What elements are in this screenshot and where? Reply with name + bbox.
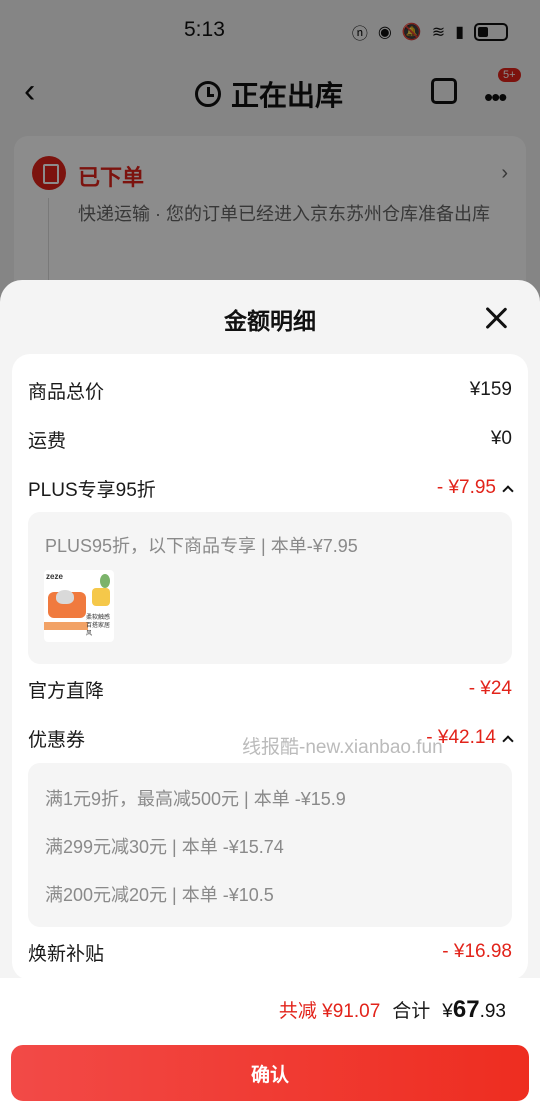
coupon-detail-item: 满1元9折，最高减500元 | 本单 -¥15.9 [45,789,346,809]
row-label: 优惠券 [28,729,86,751]
watermark: 线报酷-new.xianbao.fun [242,737,443,758]
product-thumbnail[interactable]: zeze 柔软触感 百搭家居风 [44,570,114,642]
plus-detail-text: PLUS95折，以下商品专享 | 本单-¥7.95 [45,536,358,556]
row-renew-subsidy: 焕新补贴 - ¥16.98 [28,937,512,967]
row-label: 焕新补贴 [28,943,105,965]
row-label: 运费 [28,430,67,452]
total-decimal: .93 [479,1001,506,1022]
row-value: - ¥7.95 [436,477,496,498]
total-bar: 共减 ¥91.07 合计 ¥67.93 [0,978,540,1040]
row-value: ¥159 [469,379,512,400]
plus-detail-box: PLUS95折，以下商品专享 | 本单-¥7.95 zeze 柔软触感 百搭家居… [28,512,512,664]
row-value: ¥0 [490,428,512,449]
row-value-group: - ¥7.95 [436,477,514,499]
coupon-detail-item: 满200元减20元 | 本单 -¥10.5 [45,885,274,905]
chevron-up-icon[interactable] [502,485,514,497]
total-amount: ¥67.93 [442,996,506,1024]
row-official-discount: 官方直降 - ¥24 [28,674,512,704]
row-label: 官方直降 [28,680,105,702]
thumb-chair [92,588,110,606]
close-icon[interactable] [484,306,508,330]
row-label: PLUS专享95折 [28,479,156,501]
confirm-button[interactable]: 确认 [11,1045,529,1101]
thumb-floor [44,622,88,630]
row-value: - ¥24 [468,678,512,699]
sheet-title: 金额明细 [224,308,316,334]
total-summary: 共减 ¥91.07 合计 ¥67.93 [279,996,506,1024]
thumb-brand: zeze [46,572,63,581]
row-value: - ¥16.98 [442,941,512,962]
total-reduce: 共减 ¥91.07 [278,1001,381,1022]
thumb-plant [100,574,110,588]
coupon-detail-item: 满299元减30元 | 本单 -¥15.74 [45,837,284,857]
amount-detail-card: 商品总价 ¥159 运费 ¥0 PLUS专享95折 - ¥7.95 PLUS95… [12,354,528,980]
chevron-up-icon[interactable] [502,735,514,747]
total-currency: ¥ [442,1001,453,1022]
row-plus-discount[interactable]: PLUS专享95折 - ¥7.95 [28,473,514,503]
row-goods-total: 商品总价 ¥159 [28,375,512,405]
row-shipping: 运费 ¥0 [28,424,512,454]
row-label: 商品总价 [28,381,105,403]
thumb-caption: 柔软触感 百搭家居风 [86,615,111,637]
thumb-cat [56,590,74,604]
coupon-detail-box: 满1元9折，最高减500元 | 本单 -¥15.9 满299元减30元 | 本单… [28,763,512,927]
total-label: 合计 [392,1001,431,1022]
total-integer: 67 [452,996,480,1023]
